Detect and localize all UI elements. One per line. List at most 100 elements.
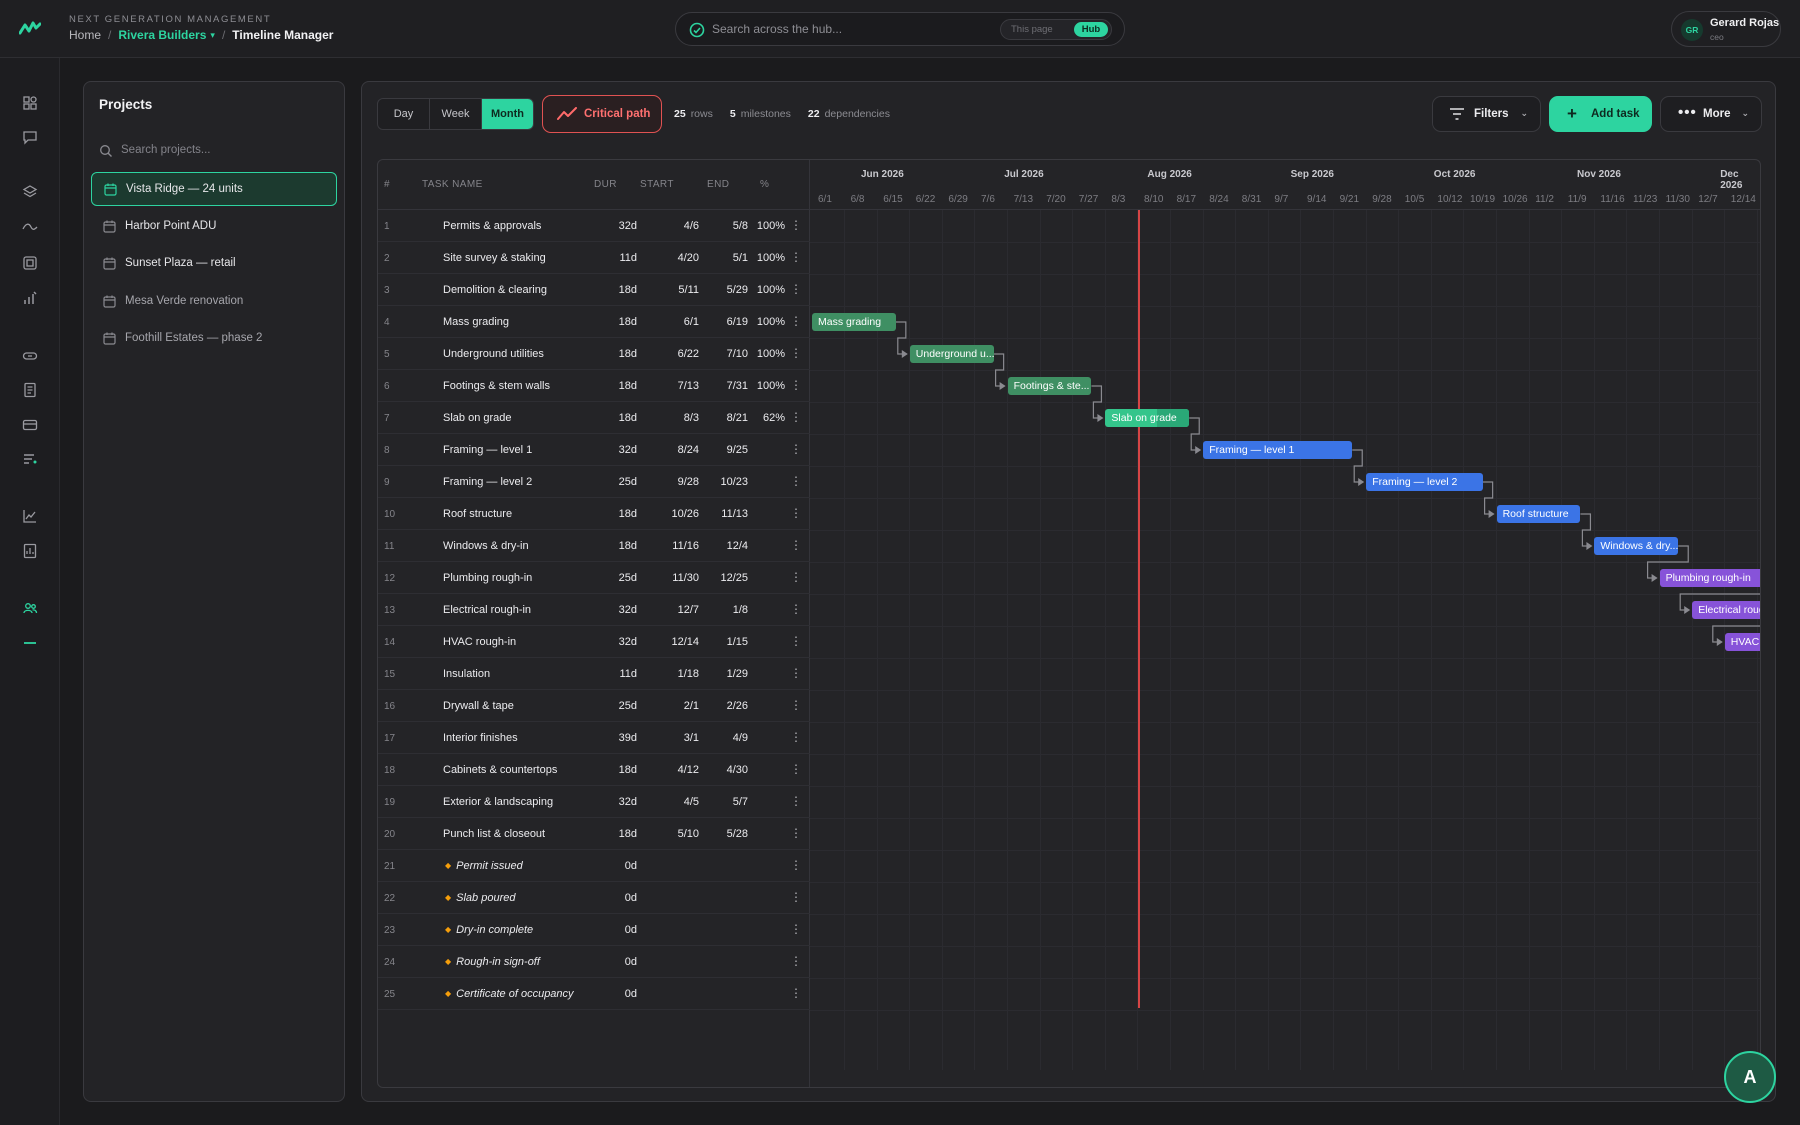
task-name[interactable]: Demolition & clearing [443,284,547,296]
project-item[interactable]: Harbor Point ADU [91,210,337,244]
scope-this-page[interactable]: This page [1011,24,1053,35]
table-row[interactable]: 13 Electrical rough-in 32d 12/7 1/8 ⋮ [378,594,810,626]
task-name[interactable]: Drywall & tape [443,700,514,712]
table-row[interactable]: 16 Drywall & tape 25d 2/1 2/26 ⋮ [378,690,810,722]
list-icon[interactable] [22,451,38,467]
timeline-icon[interactable] [22,635,38,651]
table-row[interactable]: 11 Windows & dry-in 18d 11/16 12/4 ⋮ [378,530,810,562]
table-row[interactable]: 15 Insulation 11d 1/18 1/29 ⋮ [378,658,810,690]
table-row[interactable]: 25 Certificate of occupancy 0d ⋮ [378,978,810,1010]
row-menu-icon[interactable]: ⋮ [790,922,802,936]
project-item[interactable]: Sunset Plaza — retail [91,247,337,281]
row-menu-icon[interactable]: ⋮ [790,410,802,424]
team-icon[interactable] [22,600,38,616]
gantt-bar[interactable]: Underground u... [909,345,994,363]
search-input[interactable]: Search across the hub... [712,22,842,36]
task-name[interactable]: Electrical rough-in [443,604,531,616]
table-row[interactable]: 12 Plumbing rough-in 25d 11/30 12/25 ⋮ [378,562,810,594]
task-name[interactable]: Slab on grade [443,412,512,424]
row-menu-icon[interactable]: ⋮ [790,442,802,456]
line-chart-icon[interactable] [22,508,38,524]
row-menu-icon[interactable]: ⋮ [790,826,802,840]
task-name[interactable]: Plumbing rough-in [443,572,532,584]
logo-icon[interactable] [19,20,41,36]
add-task-button[interactable]: + Add task [1549,96,1652,132]
row-menu-icon[interactable]: ⋮ [790,602,802,616]
row-menu-icon[interactable]: ⋮ [790,794,802,808]
table-row[interactable]: 5 Underground utilities 18d 6/22 7/10 100% ⋮ [378,338,810,370]
filters-button[interactable]: Filters ⌄ [1432,96,1541,132]
task-name[interactable]: Footings & stem walls [443,380,550,392]
task-name[interactable]: Mass grading [443,316,509,328]
report-icon[interactable] [22,543,38,559]
assistant-button[interactable]: A [1724,1051,1776,1103]
row-menu-icon[interactable]: ⋮ [790,538,802,552]
row-menu-icon[interactable]: ⋮ [790,570,802,584]
task-name[interactable]: Cabinets & countertops [443,764,557,776]
project-item[interactable]: Vista Ridge — 24 units [91,172,337,206]
gantt-bar[interactable]: Plumbing rough-in [1659,569,1760,587]
view-week[interactable]: Week [430,99,482,129]
milestone-name[interactable]: Permit issued [445,860,523,872]
row-menu-icon[interactable]: ⋮ [790,314,802,328]
chat-icon[interactable] [22,129,38,145]
table-row[interactable]: 6 Footings & stem walls 18d 7/13 7/31 100% ⋮ [378,370,810,402]
column-start[interactable]: START [640,179,674,190]
link-icon[interactable] [22,348,38,364]
project-item[interactable]: Mesa Verde renovation [91,285,337,319]
table-row[interactable]: 24 Rough-in sign-off 0d ⋮ [378,946,810,978]
project-search[interactable]: Search projects... [99,140,331,162]
gantt-bar[interactable]: Slab on grade [1105,409,1190,427]
row-menu-icon[interactable]: ⋮ [790,666,802,680]
row-menu-icon[interactable]: ⋮ [790,698,802,712]
table-row[interactable]: 23 Dry-in complete 0d ⋮ [378,914,810,946]
gantt-bar[interactable]: Electrical rough-in [1692,601,1760,619]
view-month[interactable]: Month [482,99,533,129]
task-name[interactable]: Windows & dry-in [443,540,529,552]
table-row[interactable]: 2 Site survey & staking 11d 4/20 5/1 100% ⋮ [378,242,810,274]
critical-path-button[interactable]: Critical path [542,95,662,133]
layers-icon[interactable] [22,184,38,200]
task-name[interactable]: Permits & approvals [443,220,541,232]
scope-hub[interactable]: Hub [1074,22,1108,37]
task-name[interactable]: HVAC rough-in [443,636,516,648]
trend-icon[interactable] [22,219,38,235]
table-row[interactable]: 19 Exterior & landscaping 32d 4/5 5/7 ⋮ [378,786,810,818]
dashboard-icon[interactable] [22,95,38,111]
breadcrumb-home[interactable]: Home [69,28,101,42]
table-row[interactable]: 3 Demolition & clearing 18d 5/11 5/29 100% ⋮ [378,274,810,306]
row-menu-icon[interactable]: ⋮ [790,282,802,296]
gantt-bar[interactable]: Framing — level 1 [1203,441,1353,459]
gantt-bar[interactable]: HVAC rough-in [1724,633,1760,651]
row-menu-icon[interactable]: ⋮ [790,634,802,648]
table-row[interactable]: 21 Permit issued 0d ⋮ [378,850,810,882]
table-row[interactable]: 22 Slab poured 0d ⋮ [378,882,810,914]
row-menu-icon[interactable]: ⋮ [790,250,802,264]
card-icon[interactable] [22,417,38,433]
row-menu-icon[interactable]: ⋮ [790,858,802,872]
table-row[interactable]: 7 Slab on grade 18d 8/3 8/21 62% ⋮ [378,402,810,434]
table-row[interactable]: 9 Framing — level 2 25d 9/28 10/23 ⋮ [378,466,810,498]
milestone-name[interactable]: Slab poured [445,892,515,904]
row-menu-icon[interactable]: ⋮ [790,218,802,232]
gallery-icon[interactable] [22,255,38,271]
table-row[interactable]: 4 Mass grading 18d 6/1 6/19 100% ⋮ [378,306,810,338]
task-name[interactable]: Underground utilities [443,348,544,360]
row-menu-icon[interactable]: ⋮ [790,730,802,744]
task-name[interactable]: Framing — level 2 [443,476,532,488]
table-row[interactable]: 18 Cabinets & countertops 18d 4/12 4/30 ⋮ [378,754,810,786]
task-name[interactable]: Roof structure [443,508,512,520]
column-end[interactable]: END [707,179,729,190]
gantt-bar[interactable]: Roof structure [1496,505,1581,523]
gantt-bar[interactable]: Footings & ste... [1007,377,1092,395]
project-search-input[interactable]: Search projects... [121,144,210,156]
row-menu-icon[interactable]: ⋮ [790,954,802,968]
task-name[interactable]: Exterior & landscaping [443,796,553,808]
table-row[interactable]: 10 Roof structure 18d 10/26 11/13 ⋮ [378,498,810,530]
row-menu-icon[interactable]: ⋮ [790,378,802,392]
user-menu[interactable]: GR Gerard Rojas ceo [1671,11,1781,47]
column-pct[interactable]: % [760,179,769,190]
gantt-bar[interactable]: Framing — level 2 [1366,473,1483,491]
column-dur[interactable]: DUR [594,179,617,190]
search-scope-toggle[interactable]: This page Hub [1000,19,1112,40]
